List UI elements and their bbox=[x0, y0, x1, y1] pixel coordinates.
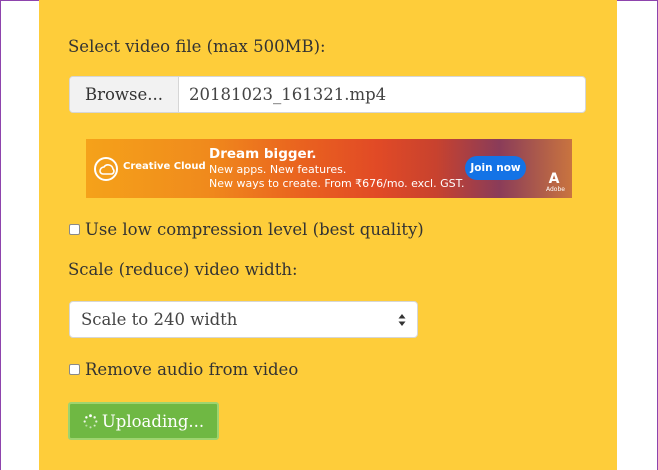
ad-subline-1: New apps. New features. bbox=[209, 163, 347, 176]
converter-form-panel: Select video file (max 500MB): Browse...… bbox=[39, 0, 617, 470]
remove-audio-checkbox[interactable] bbox=[69, 364, 80, 375]
sort-arrows-icon bbox=[398, 314, 406, 326]
creative-cloud-icon bbox=[94, 157, 118, 181]
scale-width-label: Scale (reduce) video width: bbox=[68, 260, 298, 279]
ad-join-now-button[interactable]: Join now bbox=[465, 156, 526, 180]
adobe-logo-icon: A Adobe bbox=[546, 171, 565, 193]
ad-subline-2: New ways to create. From ₹676/mo. excl. … bbox=[209, 177, 465, 190]
low-compression-option[interactable]: Use low compression level (best quality) bbox=[69, 220, 424, 239]
low-compression-label: Use low compression level (best quality) bbox=[85, 220, 424, 239]
selected-file-name: 20181023_161321.mp4 bbox=[189, 85, 387, 104]
upload-button-label: Uploading... bbox=[101, 411, 205, 431]
file-select-label: Select video file (max 500MB): bbox=[68, 37, 326, 56]
upload-button[interactable]: Uploading... bbox=[68, 402, 219, 440]
scale-width-selected-value: Scale to 240 width bbox=[81, 310, 238, 329]
file-input[interactable]: Browse... 20181023_161321.mp4 bbox=[69, 76, 586, 113]
ad-headline: Dream bigger. bbox=[209, 146, 317, 162]
remove-audio-label: Remove audio from video bbox=[85, 360, 299, 379]
scale-width-select[interactable]: Scale to 240 width bbox=[69, 301, 418, 338]
browse-button[interactable]: Browse... bbox=[70, 77, 179, 112]
adobe-wordmark: Adobe bbox=[546, 186, 565, 193]
ad-brand-name: Creative Cloud bbox=[123, 161, 206, 172]
spinner-icon bbox=[83, 413, 98, 428]
low-compression-checkbox[interactable] bbox=[69, 224, 80, 235]
creative-cloud-ad-banner[interactable]: Creative Cloud Dream bigger. New apps. N… bbox=[86, 139, 572, 198]
remove-audio-option[interactable]: Remove audio from video bbox=[69, 360, 298, 379]
adobe-mark: A bbox=[548, 171, 560, 187]
